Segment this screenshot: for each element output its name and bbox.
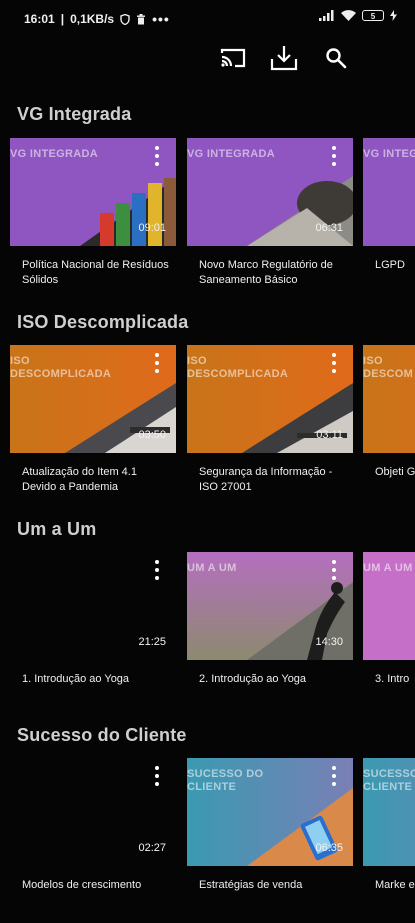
video-card[interactable]: ISO DESCOM Objeti Gestã bbox=[363, 345, 415, 480]
video-thumbnail[interactable]: VG INTEGRADA 06:31 bbox=[187, 138, 353, 246]
video-title[interactable]: Atualização do Item 4.1 Devido a Pandemi… bbox=[10, 465, 172, 495]
signal-icon bbox=[319, 10, 335, 21]
video-title[interactable]: 3. Intro bbox=[363, 672, 415, 687]
status-network-speed: 0,1KB/s bbox=[70, 12, 115, 26]
video-card[interactable]: ISO DESCOMPLICADA 03:11 Segurança da Inf… bbox=[187, 345, 353, 495]
wifi-icon bbox=[341, 10, 356, 21]
download-icon bbox=[270, 45, 298, 76]
video-thumbnail[interactable]: ISO DESCOM bbox=[363, 345, 415, 453]
thumbnail-label: ISO DESCOMPLICADA bbox=[187, 355, 289, 380]
thumbnail-label: UM A UM bbox=[187, 562, 237, 574]
more-options-icon[interactable] bbox=[154, 766, 160, 786]
more-options-icon[interactable] bbox=[331, 766, 337, 786]
video-card[interactable]: 21:25 1. Introdução ao Yoga bbox=[10, 552, 176, 687]
more-options-icon[interactable] bbox=[154, 560, 160, 580]
more-options-icon[interactable] bbox=[154, 353, 160, 373]
thumbnail-label: VG INTEGRADA bbox=[187, 148, 275, 160]
video-thumbnail[interactable]: SUCESSO CLIENTE bbox=[363, 758, 415, 866]
video-thumbnail[interactable]: ISO DESCOMPLICADA 03:50 bbox=[10, 345, 176, 453]
video-duration: 02:27 bbox=[138, 842, 166, 854]
video-duration: 14:30 bbox=[315, 636, 343, 648]
video-card[interactable]: SUCESSO CLIENTE Marke engaj bbox=[363, 758, 415, 893]
video-thumbnail[interactable]: VG INTEGRADA 09:01 bbox=[10, 138, 176, 246]
status-time: 16:01 bbox=[24, 12, 55, 26]
video-duration: 21:25 bbox=[138, 636, 166, 648]
video-title[interactable]: 2. Introdução ao Yoga bbox=[187, 672, 349, 687]
trash-icon bbox=[136, 13, 146, 25]
battery-icon: 5 bbox=[362, 10, 384, 21]
status-bar: 16:01 | 0,1KB/s ••• 5 bbox=[0, 0, 415, 34]
video-card[interactable]: ISO DESCOMPLICADA 03:50 Atualização do I… bbox=[10, 345, 176, 495]
section-title: ISO Descomplicada bbox=[17, 312, 189, 332]
video-duration: 03:11 bbox=[316, 429, 343, 441]
video-thumbnail[interactable]: ISO DESCOMPLICADA 03:11 bbox=[187, 345, 353, 453]
video-row-iso-descomplicada[interactable]: ISO DESCOMPLICADA 03:50 Atualização do I… bbox=[0, 345, 415, 510]
video-title[interactable]: Marke engaj bbox=[363, 878, 415, 893]
video-thumbnail[interactable]: SUCESSO DO CLIENTE 06:35 bbox=[187, 758, 353, 866]
cast-button[interactable] bbox=[217, 44, 249, 76]
video-title[interactable]: 1. Introdução ao Yoga bbox=[10, 672, 172, 687]
video-duration: 06:31 bbox=[315, 222, 343, 234]
video-card[interactable]: SUCESSO DO CLIENTE 06:35 Estratégias de … bbox=[187, 758, 353, 893]
video-row-sucesso-do-cliente[interactable]: 02:27 Modelos de crescimento SUCESSO DO … bbox=[0, 758, 415, 923]
video-title[interactable]: Segurança da Informação - ISO 27001 bbox=[187, 465, 349, 495]
video-title[interactable]: Estratégias de venda bbox=[187, 878, 349, 893]
video-duration: 06:35 bbox=[315, 842, 343, 854]
more-options-icon[interactable] bbox=[331, 146, 337, 166]
shield-icon bbox=[120, 13, 130, 25]
cast-icon bbox=[220, 47, 246, 74]
thumbnail-label: SUCESSO DO CLIENTE bbox=[187, 768, 264, 793]
video-title[interactable]: LGPD bbox=[363, 258, 415, 273]
video-card[interactable]: UM A UM 14:30 2. Introdução ao Yoga bbox=[187, 552, 353, 687]
video-card[interactable]: VG INTEGRADA 06:31 Novo Marco Regulatóri… bbox=[187, 138, 353, 288]
video-thumbnail[interactable]: UM A UM bbox=[363, 552, 415, 660]
video-title[interactable]: Novo Marco Regulatório de Saneamento Bás… bbox=[187, 258, 349, 288]
section-title: VG Integrada bbox=[17, 104, 132, 124]
more-notifications-icon: ••• bbox=[152, 11, 170, 27]
video-thumbnail[interactable]: VG INTEGRA bbox=[363, 138, 415, 246]
more-options-icon[interactable] bbox=[331, 560, 337, 580]
video-duration: 09:01 bbox=[138, 222, 166, 234]
video-card[interactable]: VG INTEGRA LGPD bbox=[363, 138, 415, 273]
download-button[interactable] bbox=[268, 44, 300, 76]
thumbnail-label: ISO DESCOM bbox=[363, 355, 414, 380]
video-duration: 03:50 bbox=[138, 429, 166, 441]
video-card[interactable]: UM A UM 3. Intro bbox=[363, 552, 415, 687]
thumbnail-label: SUCESSO CLIENTE bbox=[363, 768, 415, 793]
video-card[interactable]: 02:27 Modelos de crescimento bbox=[10, 758, 176, 893]
thumbnail-label: ISO DESCOMPLICADA bbox=[10, 355, 112, 380]
search-button[interactable] bbox=[320, 44, 352, 76]
top-toolbar bbox=[0, 40, 415, 80]
video-title[interactable]: Modelos de crescimento bbox=[10, 878, 172, 893]
search-icon bbox=[325, 47, 347, 74]
video-thumbnail[interactable]: 21:25 bbox=[10, 552, 176, 660]
more-options-icon[interactable] bbox=[154, 146, 160, 166]
charging-icon bbox=[390, 10, 397, 21]
video-title[interactable]: Objeti Gestã bbox=[363, 465, 415, 480]
thumbnail-label: UM A UM bbox=[363, 562, 413, 574]
video-row-vg-integrada[interactable]: VG INTEGRADA 09:01 Política Nacional de … bbox=[0, 138, 415, 303]
video-title[interactable]: Política Nacional de Resíduos Sólidos bbox=[10, 258, 172, 288]
video-card[interactable]: VG INTEGRADA 09:01 Política Nacional de … bbox=[10, 138, 176, 288]
section-title: Sucesso do Cliente bbox=[17, 725, 187, 745]
status-divider: | bbox=[60, 12, 65, 26]
section-title: Um a Um bbox=[17, 519, 97, 539]
video-thumbnail[interactable]: UM A UM 14:30 bbox=[187, 552, 353, 660]
thumbnail-label: VG INTEGRA bbox=[363, 148, 415, 160]
more-options-icon[interactable] bbox=[331, 353, 337, 373]
video-row-um-a-um[interactable]: 21:25 1. Introdução ao Yoga UM A UM 14:3… bbox=[0, 552, 415, 717]
thumbnail-label: VG INTEGRADA bbox=[10, 148, 98, 160]
video-thumbnail[interactable]: 02:27 bbox=[10, 758, 176, 866]
